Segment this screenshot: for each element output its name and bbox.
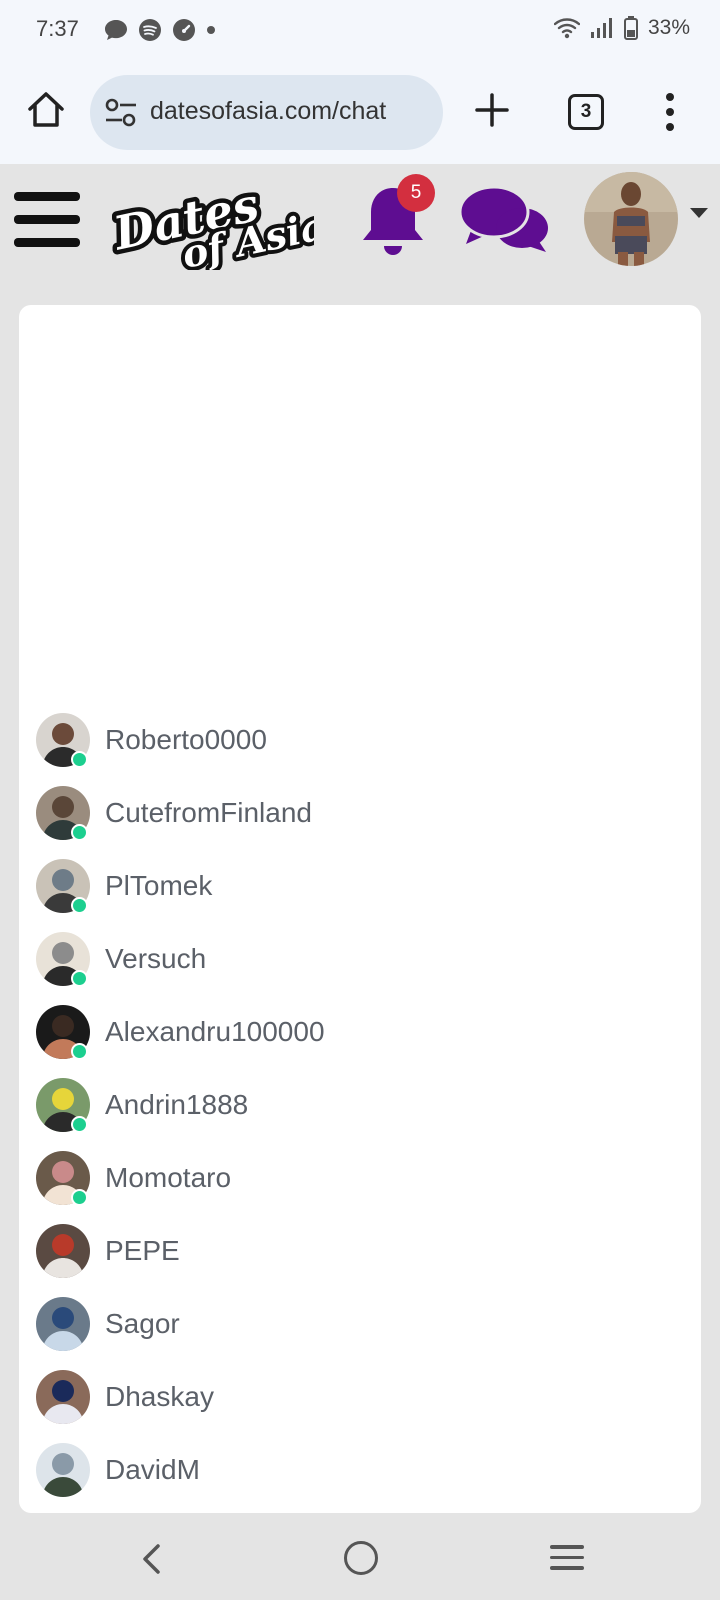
spotify-icon xyxy=(139,19,161,41)
browser-toolbar: datesofasia.com/chat 3 xyxy=(0,62,720,164)
online-status-indicator xyxy=(71,824,88,841)
online-users-list: Roberto0000 CutefromFinland PlTomek Versuch… xyxy=(19,703,701,1513)
user-avatar[interactable] xyxy=(36,1369,90,1424)
speedometer-icon xyxy=(173,19,195,41)
chat-users-card: Roberto0000 CutefromFinland PlTomek Versuch… xyxy=(19,305,701,1513)
tab-switcher-button[interactable]: 3 xyxy=(568,94,604,130)
user-list-item[interactable]: Versuch xyxy=(19,922,701,995)
notification-badge: 5 xyxy=(397,174,435,212)
online-status-indicator xyxy=(71,897,88,914)
user-list-item[interactable]: Roberto0000 xyxy=(19,703,701,776)
user-name[interactable]: CutefromFinland xyxy=(105,797,312,829)
android-nav-bar xyxy=(0,1513,720,1600)
home-nav-icon[interactable] xyxy=(344,1541,378,1575)
online-status-indicator xyxy=(71,1116,88,1133)
user-list-item[interactable]: CutefromFinland xyxy=(19,776,701,849)
online-status-indicator xyxy=(71,1043,88,1060)
user-name[interactable]: Andrin1888 xyxy=(105,1089,248,1121)
site-settings-icon[interactable] xyxy=(104,97,138,129)
wifi-icon xyxy=(553,18,580,39)
hamburger-menu-icon[interactable] xyxy=(14,192,80,248)
user-list-item[interactable]: Sagor xyxy=(19,1287,701,1360)
user-list-item[interactable]: PlTomek xyxy=(19,849,701,922)
message-icon xyxy=(105,20,127,40)
user-list-item[interactable]: DavidM xyxy=(19,1433,701,1506)
user-list-item[interactable]: Andrin1888 xyxy=(19,1068,701,1141)
new-tab-icon[interactable] xyxy=(472,90,512,130)
battery-percent: 33% xyxy=(647,16,690,39)
online-status-indicator xyxy=(71,1189,88,1206)
user-name[interactable]: DavidM xyxy=(105,1454,200,1486)
more-options-icon[interactable] xyxy=(662,92,678,132)
user-list-item[interactable]: Momotaro xyxy=(19,1141,701,1214)
user-list-item[interactable]: PEPE xyxy=(19,1214,701,1287)
home-icon[interactable] xyxy=(26,90,66,130)
user-name[interactable]: Momotaro xyxy=(105,1162,231,1194)
user-name[interactable]: Versuch xyxy=(105,943,206,975)
dot-icon xyxy=(207,26,215,34)
battery-icon xyxy=(623,16,638,40)
address-bar[interactable]: datesofasia.com/chat xyxy=(90,75,443,150)
online-status-indicator xyxy=(71,751,88,768)
profile-avatar[interactable] xyxy=(584,172,678,266)
user-name[interactable]: Alexandru100000 xyxy=(105,1016,325,1048)
system-status: 33% xyxy=(553,16,690,40)
user-avatar[interactable] xyxy=(36,1296,90,1351)
recent-apps-icon[interactable] xyxy=(550,1545,584,1571)
user-name[interactable]: Sagor xyxy=(105,1308,180,1340)
notification-icons xyxy=(104,18,216,42)
dates-of-asia-logo[interactable]: Dates Dates of Asia of Asia xyxy=(106,170,314,270)
user-list-item[interactable] xyxy=(19,1506,701,1513)
user-name[interactable]: PEPE xyxy=(105,1235,180,1267)
user-name[interactable]: Dhaskay xyxy=(105,1381,214,1413)
online-status-indicator xyxy=(71,970,88,987)
user-avatar[interactable] xyxy=(36,1442,90,1497)
chat-bubbles-icon[interactable] xyxy=(458,184,550,254)
user-name[interactable]: PlTomek xyxy=(105,870,212,902)
back-icon[interactable] xyxy=(138,1543,168,1575)
user-list-item[interactable]: Alexandru100000 xyxy=(19,995,701,1068)
signal-icon xyxy=(590,18,612,38)
site-header: Dates Dates of Asia of Asia 5 xyxy=(0,164,720,274)
user-list-item[interactable]: Dhaskay xyxy=(19,1360,701,1433)
status-time: 7:37 xyxy=(36,16,79,41)
user-name[interactable]: Roberto0000 xyxy=(105,724,267,756)
status-bar: 7:37 33% xyxy=(0,0,720,62)
user-avatar[interactable] xyxy=(36,1223,90,1278)
profile-dropdown-caret-icon[interactable] xyxy=(690,208,708,218)
url-text[interactable]: datesofasia.com/chat xyxy=(150,97,386,126)
